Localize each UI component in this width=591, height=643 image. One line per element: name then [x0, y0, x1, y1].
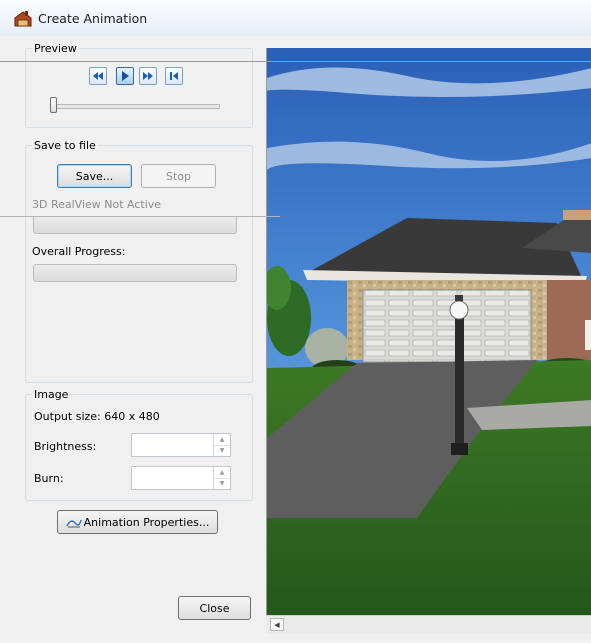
animation-properties-button[interactable]: Animation Properties... [57, 510, 218, 534]
scroll-left-icon[interactable]: ◀ [270, 618, 284, 631]
overall-progress-bar [33, 264, 237, 282]
realview-status: 3D RealView Not Active [32, 198, 162, 211]
preview-legend: Preview [34, 42, 77, 55]
viewport-horizontal-scrollbar[interactable]: ◀ [266, 615, 591, 634]
play-icon [122, 71, 129, 81]
create-animation-icon [14, 11, 32, 27]
brightness-spinner[interactable]: ▲ ▼ [131, 433, 231, 457]
go-to-start-button[interactable] [165, 67, 183, 85]
animation-properties-icon [66, 519, 82, 528]
fast-forward-button[interactable] [139, 67, 157, 85]
burn-label: Burn: [34, 472, 64, 485]
overall-progress-label: Overall Progress: [32, 245, 126, 258]
animation-properties-label: Animation Properties... [83, 515, 210, 529]
preview-slider-thumb[interactable] [50, 97, 57, 113]
go-to-start-icon [170, 72, 178, 80]
play-button[interactable] [116, 67, 134, 85]
frame-progress-bar [33, 216, 237, 234]
image-legend: Image [34, 388, 69, 401]
save-to-file-legend: Save to file [34, 139, 96, 152]
save-button[interactable]: Save... [57, 164, 132, 188]
preview-slider-track[interactable] [54, 104, 220, 109]
rewind-button[interactable] [89, 67, 107, 85]
brightness-down-icon[interactable]: ▼ [214, 445, 230, 456]
burn-spinner-arrows[interactable]: ▲ ▼ [213, 467, 230, 489]
title-bar: Create Animation [0, 0, 591, 37]
preview-group: Preview [25, 42, 253, 128]
stop-button[interactable]: Stop [141, 164, 216, 188]
output-size-text: Output size: 640 x 480 [34, 410, 160, 423]
guide-line-mid [0, 216, 280, 217]
fast-forward-icon [143, 72, 153, 80]
brightness-label: Brightness: [34, 440, 97, 453]
brightness-spinner-arrows[interactable]: ▲ ▼ [213, 434, 230, 456]
animation-preview-viewport[interactable] [266, 48, 591, 615]
close-button[interactable]: Close [178, 596, 251, 620]
burn-spinner[interactable]: ▲ ▼ [131, 466, 231, 490]
window-title: Create Animation [38, 11, 148, 26]
guide-line-top [0, 61, 591, 62]
house-render-image [267, 48, 591, 615]
burn-down-icon[interactable]: ▼ [214, 478, 230, 489]
rewind-icon [93, 72, 103, 80]
